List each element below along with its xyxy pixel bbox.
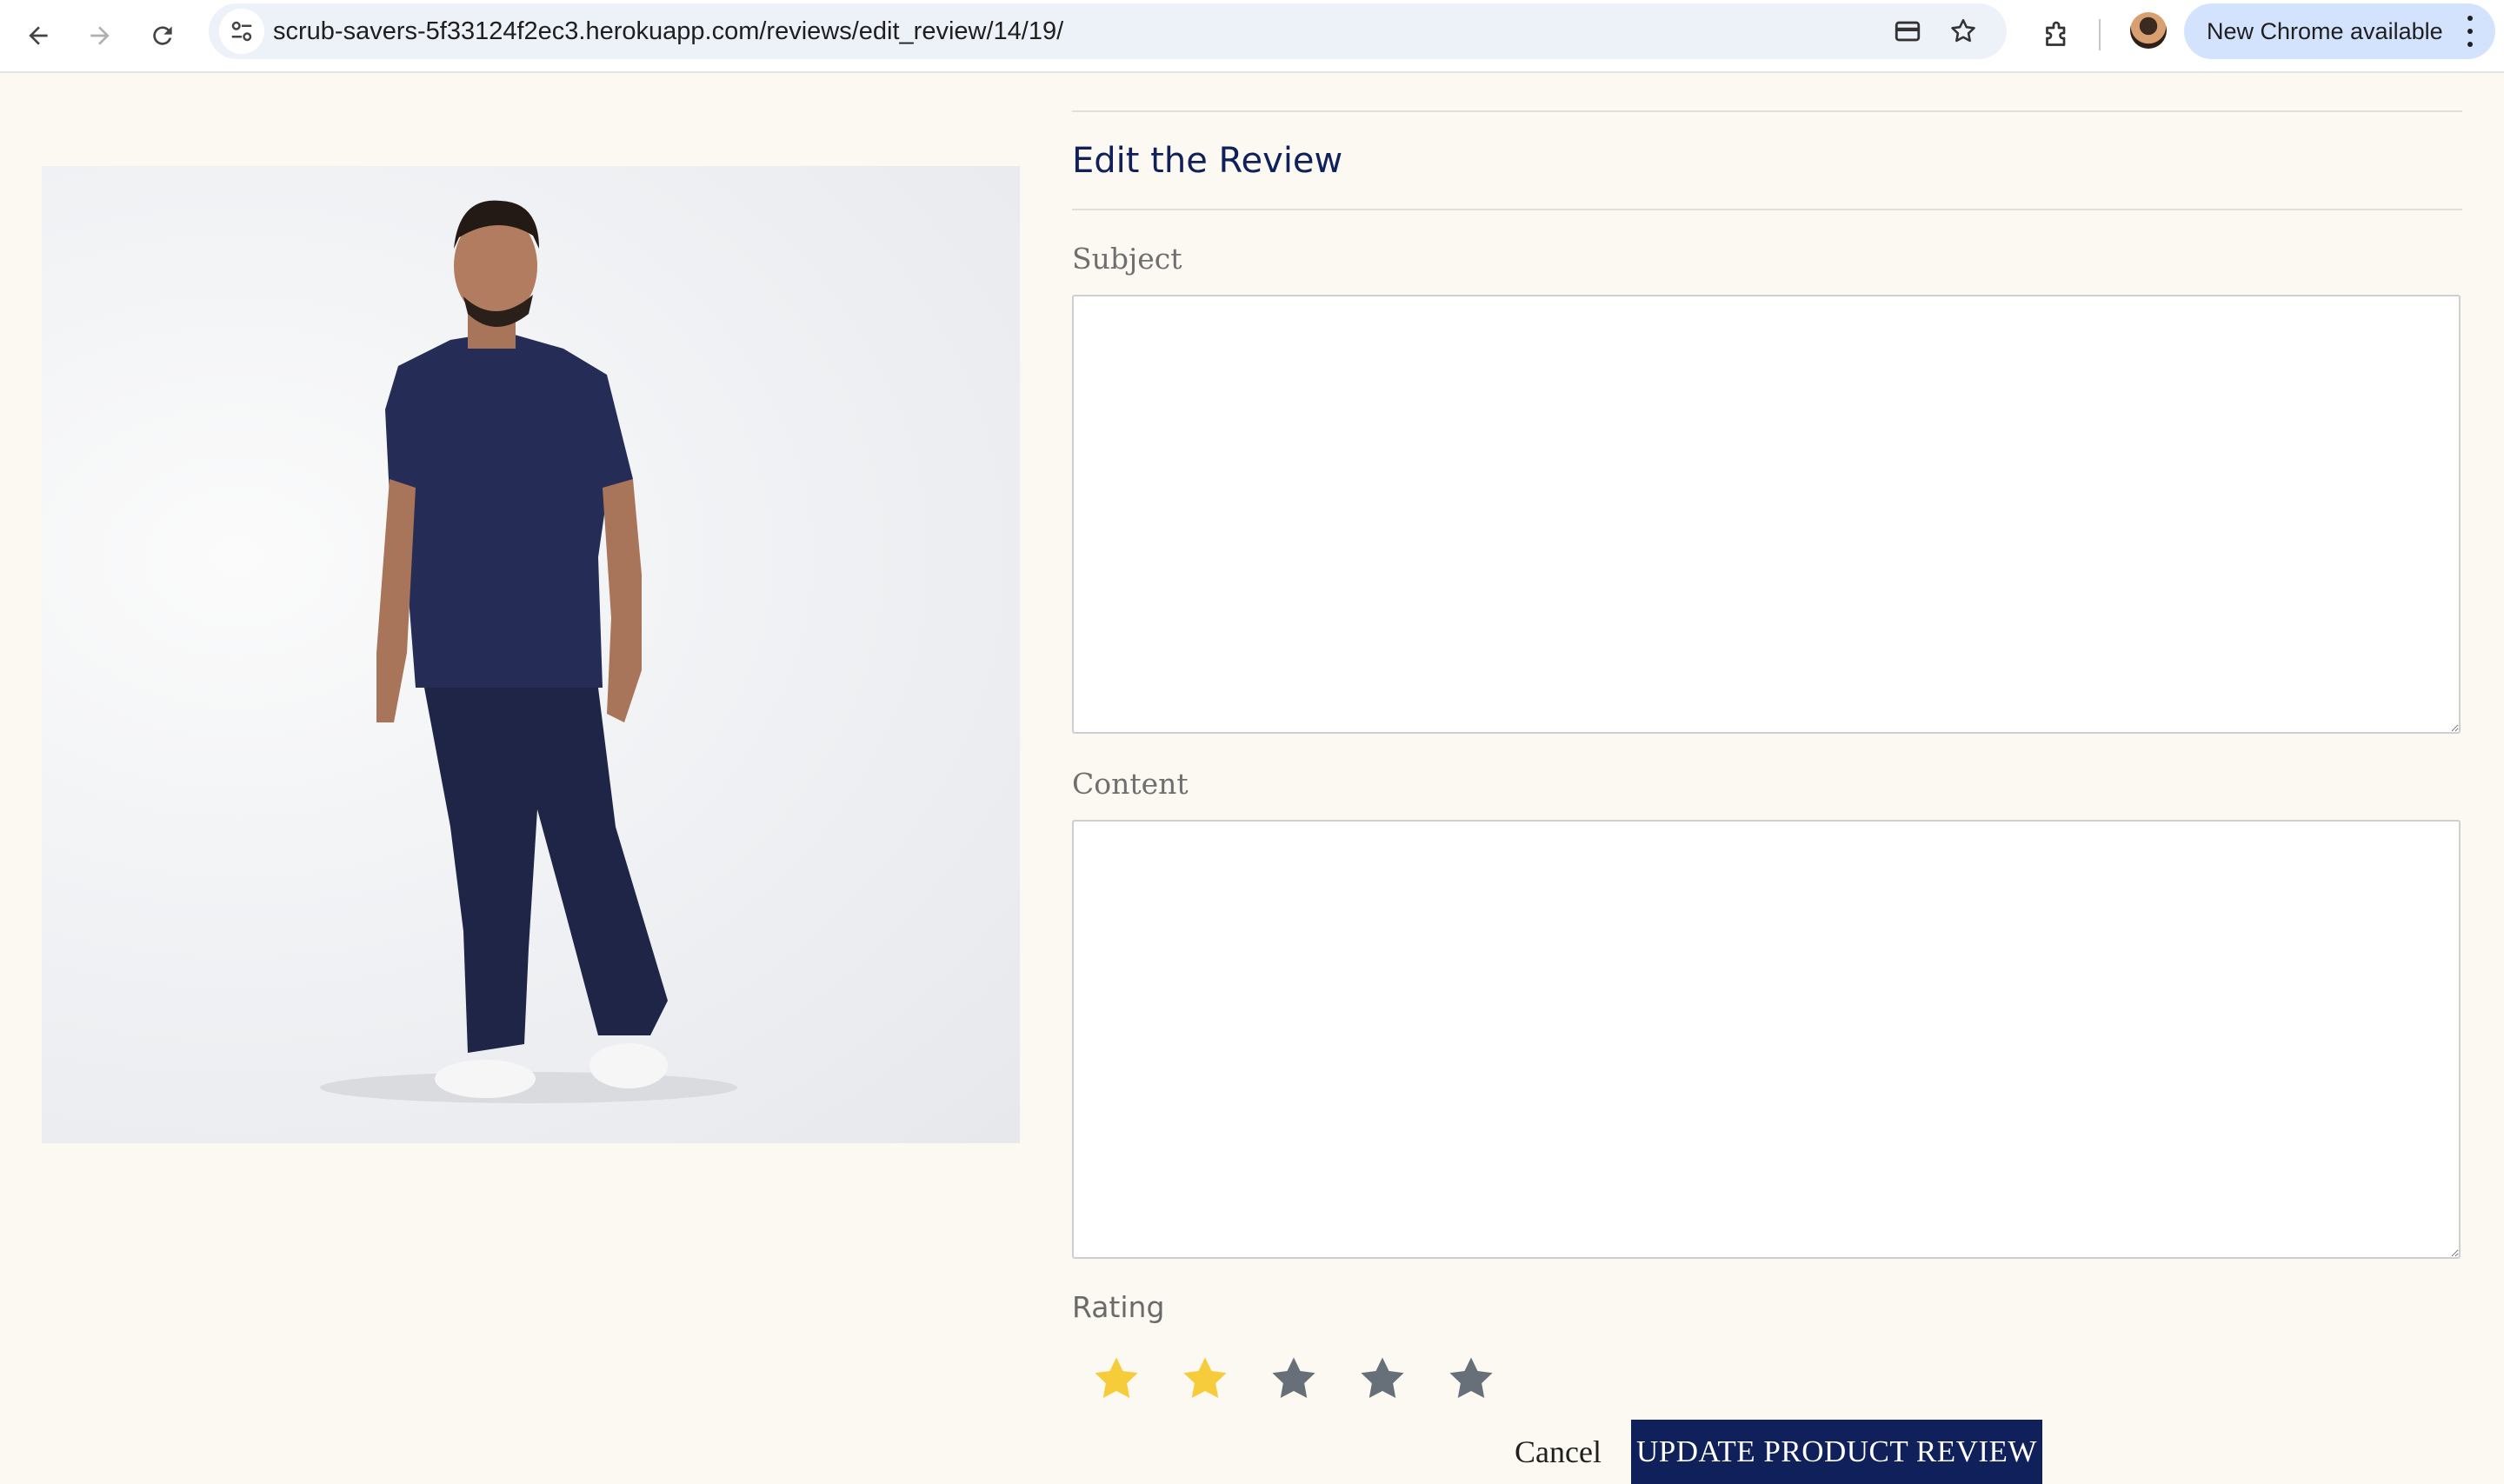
card-icon [1895,21,1921,42]
cancel-link[interactable]: Cancel [1513,1421,1603,1484]
star-icon [1272,1357,1315,1398]
browser-toolbar: scrub-savers-5f33124f2ec3.herokuapp.com/… [0,0,2504,73]
profile-avatar[interactable] [2130,12,2167,49]
update-review-button[interactable]: UPDATE PRODUCT REVIEW [1631,1420,2042,1484]
product-photo [320,200,737,1103]
rating-star-4[interactable] [1355,1352,1409,1406]
rating-star-2[interactable] [1178,1352,1232,1406]
product-image [42,166,1020,1143]
address-bar[interactable]: scrub-savers-5f33124f2ec3.herokuapp.com/… [209,3,2007,59]
subject-field[interactable] [1072,295,2461,734]
page-title: Edit the Review [1072,141,1343,181]
extensions-button[interactable] [2034,14,2078,57]
extensions-icon [2046,21,2066,46]
star-icon [1183,1357,1227,1398]
star-icon [1361,1357,1404,1398]
content-label: Content [1072,767,1189,801]
forward-arrow-icon [90,26,110,45]
back-button[interactable] [17,14,60,57]
site-info-button[interactable] [219,9,264,54]
star-icon [1095,1357,1138,1398]
rating-star-1[interactable] [1089,1352,1143,1406]
reload-button[interactable] [141,14,184,57]
forward-button[interactable] [78,14,122,57]
new-chrome-label: New Chrome available [2207,18,2443,44]
more-vert-icon [2466,16,2474,47]
bookmark-star-icon [1951,18,1975,43]
subject-label: Subject [1072,242,1182,276]
title-divider [1072,209,2462,210]
toolbar-divider [2099,19,2101,50]
star-icon [1449,1357,1493,1398]
rating-star-5[interactable] [1444,1352,1498,1406]
rating-label: Rating [1072,1290,1165,1324]
content-field[interactable] [1072,820,2461,1259]
bookmark-button[interactable] [1946,14,1981,49]
url-text[interactable]: scrub-savers-5f33124f2ec3.herokuapp.com/… [273,3,1063,59]
card-button[interactable] [1890,14,1925,49]
top-divider [1072,110,2462,112]
site-info-icon [231,21,252,42]
rating-star-3[interactable] [1267,1352,1321,1406]
new-chrome-button[interactable]: New Chrome available [2184,3,2495,59]
back-arrow-icon [29,26,48,45]
reload-icon [153,26,172,45]
